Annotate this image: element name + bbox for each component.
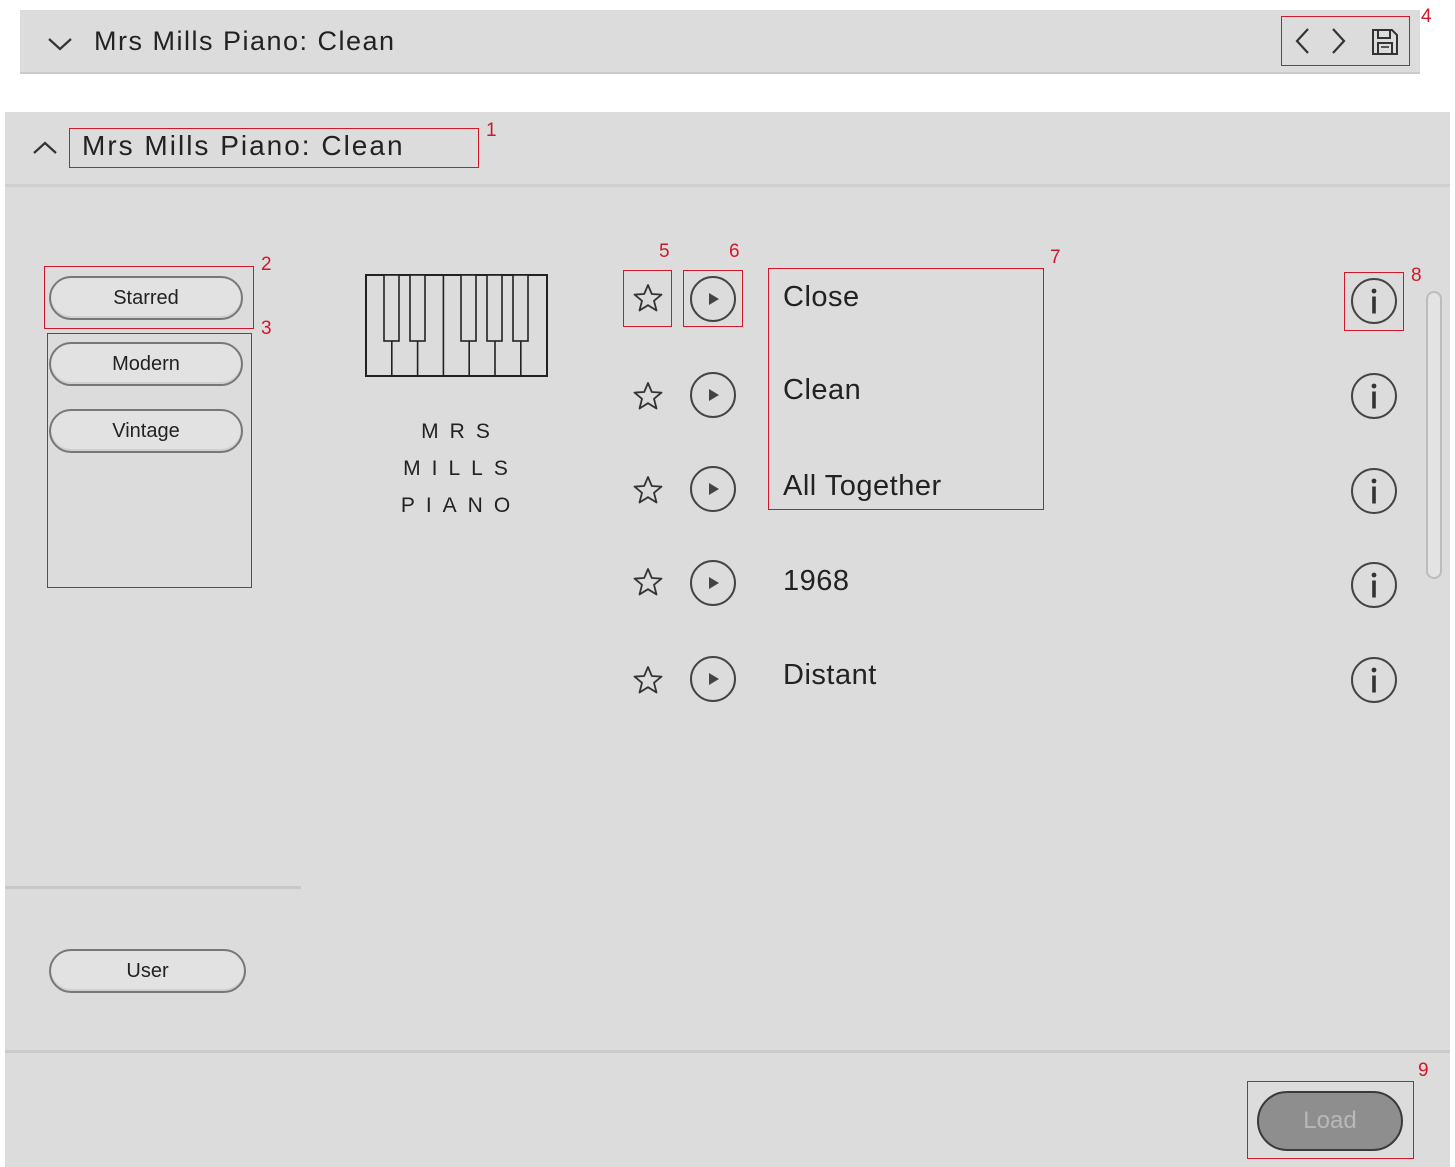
preset-name[interactable]: Distant: [783, 659, 877, 692]
footer-divider: [5, 1050, 1450, 1053]
panel-header-divider: [5, 184, 1450, 187]
piano-keyboard-logo-icon: [364, 273, 550, 379]
callout-9: 9: [1418, 1060, 1429, 1081]
logo-text-line-1: MRS: [421, 420, 501, 443]
annotation-box-4: [1281, 16, 1410, 66]
logo-text-line-2: MILLS: [403, 457, 519, 480]
annotation-box-5: [623, 270, 672, 327]
preset-list-scrollbar[interactable]: [1426, 291, 1442, 579]
info-icon[interactable]: [1350, 372, 1398, 420]
play-icon[interactable]: [689, 371, 737, 419]
callout-6: 6: [729, 241, 740, 262]
chevron-down-icon[interactable]: [44, 28, 76, 60]
sidebar-divider: [5, 886, 301, 889]
info-icon[interactable]: [1350, 467, 1398, 515]
annotation-box-2: [44, 266, 254, 329]
callout-4: 4: [1421, 6, 1432, 27]
star-icon[interactable]: [630, 472, 666, 508]
collapsed-preset-header[interactable]: Mrs Mills Piano: Clean: [20, 10, 1420, 74]
annotation-box-3: [47, 333, 252, 588]
star-icon[interactable]: [630, 564, 666, 600]
callout-7: 7: [1050, 247, 1061, 268]
logo-text-line-3: PIANO: [400, 494, 522, 517]
annotation-box-9: [1247, 1081, 1414, 1159]
callout-2: 2: [261, 254, 272, 275]
annotation-box-8: [1344, 272, 1404, 331]
annotation-box-7: [768, 268, 1044, 510]
preset-name[interactable]: 1968: [783, 565, 850, 598]
callout-5: 5: [659, 241, 670, 262]
play-icon[interactable]: [689, 559, 737, 607]
play-icon[interactable]: [689, 655, 737, 703]
collapsed-header-title: Mrs Mills Piano: Clean: [94, 26, 396, 56]
annotation-box-6: [683, 270, 743, 327]
info-icon[interactable]: [1350, 561, 1398, 609]
chevron-up-icon[interactable]: [29, 134, 61, 162]
info-icon[interactable]: [1350, 656, 1398, 704]
play-icon[interactable]: [689, 465, 737, 513]
annotation-box-1: [69, 128, 479, 168]
callout-3: 3: [261, 318, 272, 339]
callout-1: 1: [486, 120, 497, 141]
star-icon[interactable]: [630, 378, 666, 414]
user-button[interactable]: User: [49, 949, 246, 993]
callout-8: 8: [1411, 265, 1422, 286]
star-icon[interactable]: [630, 662, 666, 698]
